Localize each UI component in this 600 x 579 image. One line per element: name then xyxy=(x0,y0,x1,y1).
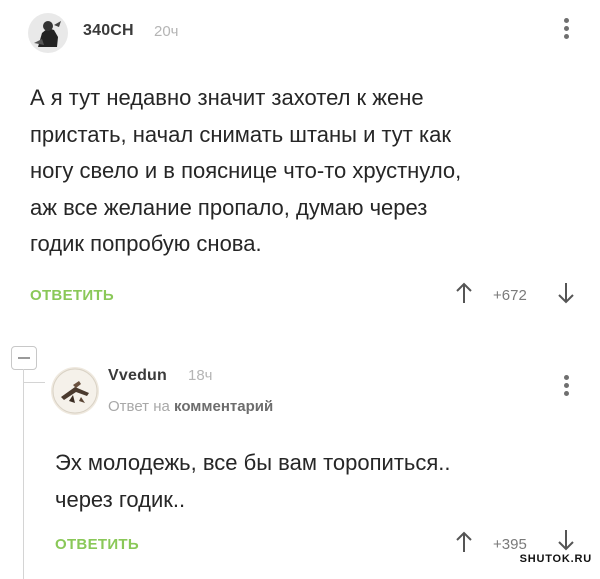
reply-button[interactable]: ОТВЕТИТЬ xyxy=(55,536,139,553)
thread-branch xyxy=(23,382,45,383)
arrow-up-icon[interactable] xyxy=(455,281,473,305)
arrow-up-icon[interactable] xyxy=(455,530,473,554)
watermark: SHUTOK.RU xyxy=(517,553,594,565)
username[interactable]: Vvedun xyxy=(108,367,167,385)
arrow-down-icon[interactable] xyxy=(557,281,575,305)
username[interactable]: 340CH xyxy=(83,22,134,40)
comment-text: А я тут недавно значит захотел к жене пр… xyxy=(30,80,580,263)
rating-value: +395 xyxy=(493,536,527,553)
avatar[interactable] xyxy=(28,13,68,53)
comment-text-line: А я тут недавно значит захотел к жене xyxy=(30,85,424,110)
reply-to-prefix: Ответ на xyxy=(108,398,170,415)
collapse-minus-icon[interactable] xyxy=(11,346,37,370)
more-vertical-icon[interactable] xyxy=(563,18,569,42)
comment-text-line: аж все желание пропало, думаю через xyxy=(30,194,428,220)
comment-text-line: годик попробую снова. xyxy=(30,231,262,256)
comment-text-line: ногу свело и в пояснице что-то хрустнуло… xyxy=(30,158,462,183)
thread-line xyxy=(23,369,24,579)
comment-text-line: Эх молодежь, все бы вам торопиться.. xyxy=(55,450,451,475)
comment-text-line: через годик.. xyxy=(55,486,186,512)
reply-to-link[interactable]: Ответ на комментарий xyxy=(108,398,273,415)
more-vertical-icon[interactable] xyxy=(563,375,569,399)
comment-time: 20ч xyxy=(154,23,179,40)
comment-text-line: пристать, начал снимать штаны и тут как xyxy=(30,121,451,147)
reply-button[interactable]: ОТВЕТИТЬ xyxy=(30,287,114,304)
reply-to-target[interactable]: комментарий xyxy=(174,398,273,415)
arrow-down-icon[interactable] xyxy=(557,528,575,552)
avatar[interactable] xyxy=(51,367,99,415)
comment-time: 18ч xyxy=(188,367,213,384)
rating-value: +672 xyxy=(493,287,527,304)
comment-text: Эх молодежь, все бы вам торопиться.. чер… xyxy=(55,445,575,518)
